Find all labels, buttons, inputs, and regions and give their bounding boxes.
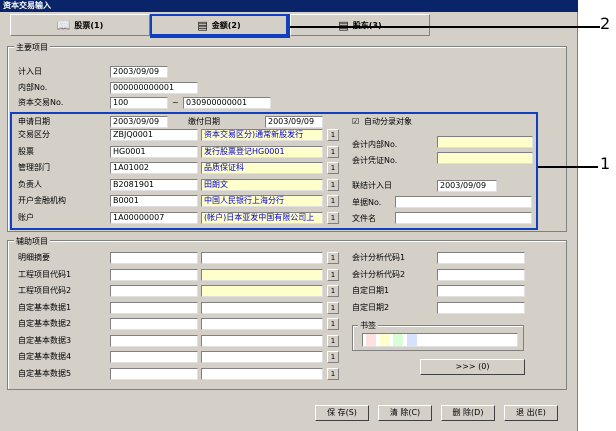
tab-stock[interactable]: 📖 股票(1): [10, 14, 150, 36]
aux-code-field[interactable]: [110, 285, 198, 297]
aux-right-field[interactable]: [437, 252, 525, 264]
aux-right-field[interactable]: [437, 285, 525, 297]
aux-name-field[interactable]: [201, 351, 323, 363]
tab-stock-label: 股票(1): [74, 20, 104, 30]
aux-row-label: 工程项目代码2: [18, 286, 72, 295]
annotation-label-1: 1: [600, 154, 611, 173]
aux-row-label: 自定基本数据2: [18, 319, 72, 328]
aux-code-field[interactable]: [110, 252, 198, 264]
capital-no-separator: ~: [172, 98, 179, 107]
bookmark-swatch-green[interactable]: [393, 334, 403, 346]
aux-code-field[interactable]: [110, 318, 198, 330]
aux-row-label: 明细摘要: [18, 253, 50, 262]
document-icon: ▤: [338, 18, 349, 32]
capital-no-from-field[interactable]: 100: [110, 97, 168, 109]
aux-right-label: 会计分析代码1: [352, 253, 406, 262]
aux-row-label: 自定基本数据4: [18, 352, 72, 361]
aux-right-label: 自定日期2: [352, 302, 390, 312]
exit-button[interactable]: 退 出(E): [504, 405, 558, 421]
capital-no-label: 资本交易No.: [18, 98, 64, 107]
aux-name-field[interactable]: [201, 268, 323, 281]
tab-shareholder[interactable]: ▤ 股东(3): [290, 14, 430, 36]
annotation-line-1: [538, 166, 598, 168]
window-title: 资本交易输入: [0, 0, 578, 12]
aux-code-field[interactable]: [110, 334, 198, 347]
aux-row-label: 自定基本数据5: [18, 368, 72, 378]
aux-code-field[interactable]: [110, 367, 198, 380]
aux-right-field[interactable]: [437, 268, 525, 281]
record-date-label: 计入日: [18, 67, 42, 76]
internal-no-label: 内部No.: [18, 83, 48, 92]
bookmark-swatch-yellow[interactable]: [380, 334, 390, 346]
aux-code-field[interactable]: [110, 351, 198, 363]
annotation-label-2: 2: [600, 14, 611, 33]
aux-right-label: 自定日期1: [352, 286, 390, 295]
aux-code-field[interactable]: [110, 301, 198, 314]
lookup-button[interactable]: 1: [327, 334, 339, 347]
aux-right-label: 会计分析代码2: [352, 269, 406, 279]
tab-shareholder-label: 股东(3): [352, 20, 382, 30]
aux-row-label: 工程项目代码1: [18, 269, 72, 279]
lookup-button[interactable]: 1: [327, 285, 339, 297]
bookmark-swatch-blue[interactable]: [407, 334, 417, 346]
aux-name-field[interactable]: [201, 285, 323, 297]
record-date-field[interactable]: 2003/09/09: [110, 66, 168, 78]
lookup-button[interactable]: 1: [327, 252, 339, 264]
aux-name-field[interactable]: [201, 301, 323, 314]
bookmark-title: 书签: [358, 320, 378, 331]
lookup-button[interactable]: 1: [327, 301, 339, 314]
aux-right-field[interactable]: [437, 301, 525, 314]
lookup-button[interactable]: 1: [327, 268, 339, 281]
main-items-title: 主要项目: [14, 42, 50, 53]
capital-no-to-field[interactable]: 030900000001: [183, 97, 271, 109]
clear-button[interactable]: 清 除(C): [378, 405, 432, 421]
lookup-button[interactable]: 1: [327, 351, 339, 363]
book-icon: 📖: [56, 18, 71, 32]
save-button[interactable]: 保 存(S): [315, 405, 369, 421]
aux-row-label: 自定基本数据1: [18, 302, 72, 312]
bookmark-swatch-pink[interactable]: [366, 334, 376, 346]
annotation-line-2: [290, 26, 600, 28]
aux-row-label: 自定基本数据3: [18, 335, 72, 345]
annotation-box-1: [10, 112, 538, 230]
aux-name-field[interactable]: [201, 334, 323, 347]
aux-name-field[interactable]: [201, 252, 323, 264]
lookup-button[interactable]: 1: [327, 367, 339, 380]
aux-name-field[interactable]: [201, 318, 323, 330]
internal-no-field[interactable]: 000000000001: [110, 82, 198, 94]
lookup-button[interactable]: 1: [327, 318, 339, 330]
aux-items-title: 辅助项目: [14, 236, 50, 247]
aux-code-field[interactable]: [110, 268, 198, 281]
delete-button[interactable]: 删 除(D): [441, 405, 495, 421]
more-button[interactable]: >>> (0): [420, 359, 525, 375]
aux-name-field[interactable]: [201, 367, 323, 380]
annotation-box-2: [150, 14, 290, 38]
